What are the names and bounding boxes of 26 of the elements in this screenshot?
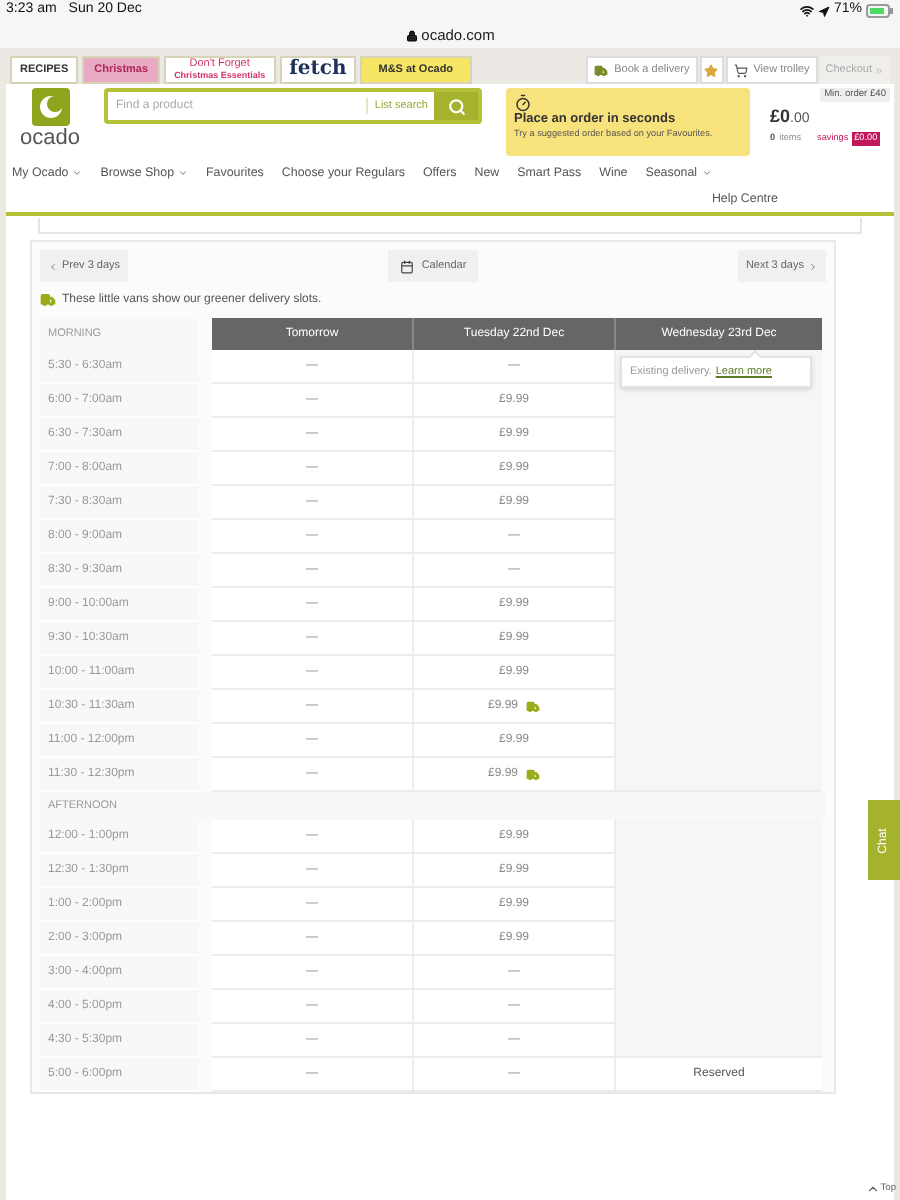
location-icon [817,5,830,17]
stopwatch-icon [514,94,532,112]
trolley-icon [733,63,748,77]
van-icon [40,292,56,308]
van-icon [526,767,540,781]
chevron-right-icon [807,261,818,271]
star-icon [704,63,719,77]
search-button[interactable] [434,92,478,120]
chevron-down-icon [701,168,712,179]
chevron-down-icon [178,168,189,179]
chevron-down-icon [72,168,83,179]
favourites-button[interactable] [699,56,724,84]
calendar-icon [399,259,414,273]
wifi-icon [799,4,814,18]
lock-icon [405,29,418,41]
caret-up-icon [866,1181,881,1196]
fetch-logo-tab[interactable]: fetch [279,56,357,84]
trolley-total: £0 [770,104,791,131]
logo-icon [31,88,69,126]
battery-icon [866,4,894,18]
van-icon [594,63,609,77]
chevrons-icon [874,65,884,75]
search-icon [447,97,465,115]
van-icon [526,699,540,713]
logo-wordmark: ocado [20,126,80,150]
chevron-left-icon [48,261,58,271]
